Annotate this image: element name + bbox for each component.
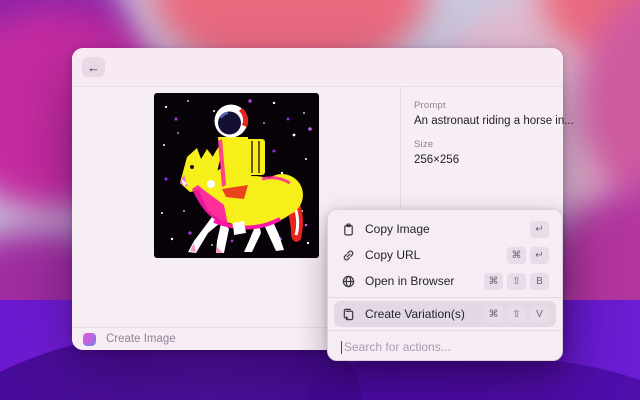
- menu-item-label: Create Variation(s): [365, 307, 484, 321]
- key-return: ↵: [530, 247, 549, 264]
- variation-icon: [341, 307, 355, 321]
- metadata-panel: Prompt An astronaut riding a horse in...…: [401, 87, 563, 178]
- size-value: 256×256: [414, 154, 563, 166]
- globe-icon: [341, 274, 355, 288]
- raycast-window: ←: [72, 48, 563, 350]
- back-arrow-icon: ←: [87, 60, 100, 75]
- menu-divider: [328, 297, 562, 298]
- menu-divider: [328, 330, 562, 331]
- key-v: V: [530, 306, 549, 323]
- generated-image-astronaut-horse[interactable]: [154, 93, 319, 258]
- key-b: B: [530, 273, 549, 290]
- clipboard-icon: [341, 222, 355, 236]
- actions-search-input[interactable]: Search for actions...: [328, 334, 562, 360]
- menu-item-copy-url[interactable]: Copy URL ⌘ ↵: [334, 242, 556, 268]
- key-cmd: ⌘: [507, 247, 526, 264]
- create-image-app-icon: [83, 333, 96, 346]
- menu-item-label: Open in Browser: [365, 274, 484, 288]
- command-name: Create Image: [106, 333, 176, 345]
- link-icon: [341, 248, 355, 262]
- key-cmd: ⌘: [484, 273, 503, 290]
- menu-item-create-variations[interactable]: Create Variation(s) ⌘ ⇧ V: [334, 301, 556, 327]
- menu-item-label: Copy URL: [365, 248, 507, 262]
- prompt-label: Prompt: [414, 100, 563, 111]
- key-return: ↵: [530, 221, 549, 238]
- key-shift: ⇧: [507, 306, 526, 323]
- search-placeholder: Search for actions...: [344, 340, 451, 354]
- detail-view: Prompt An astronaut riding a horse in...…: [72, 87, 563, 327]
- size-label: Size: [414, 139, 563, 150]
- key-cmd: ⌘: [484, 306, 503, 323]
- menu-item-copy-image[interactable]: Copy Image ↵: [334, 216, 556, 242]
- menu-item-open-in-browser[interactable]: Open in Browser ⌘ ⇧ B: [334, 268, 556, 294]
- window-header: ←: [72, 48, 563, 87]
- prompt-value: An astronaut riding a horse in...: [414, 115, 563, 127]
- text-cursor: [341, 341, 342, 354]
- key-shift: ⇧: [507, 273, 526, 290]
- menu-item-label: Copy Image: [365, 222, 530, 236]
- actions-menu-panel: Copy Image ↵ Copy URL ⌘ ↵: [327, 209, 563, 361]
- back-button[interactable]: ←: [82, 57, 105, 77]
